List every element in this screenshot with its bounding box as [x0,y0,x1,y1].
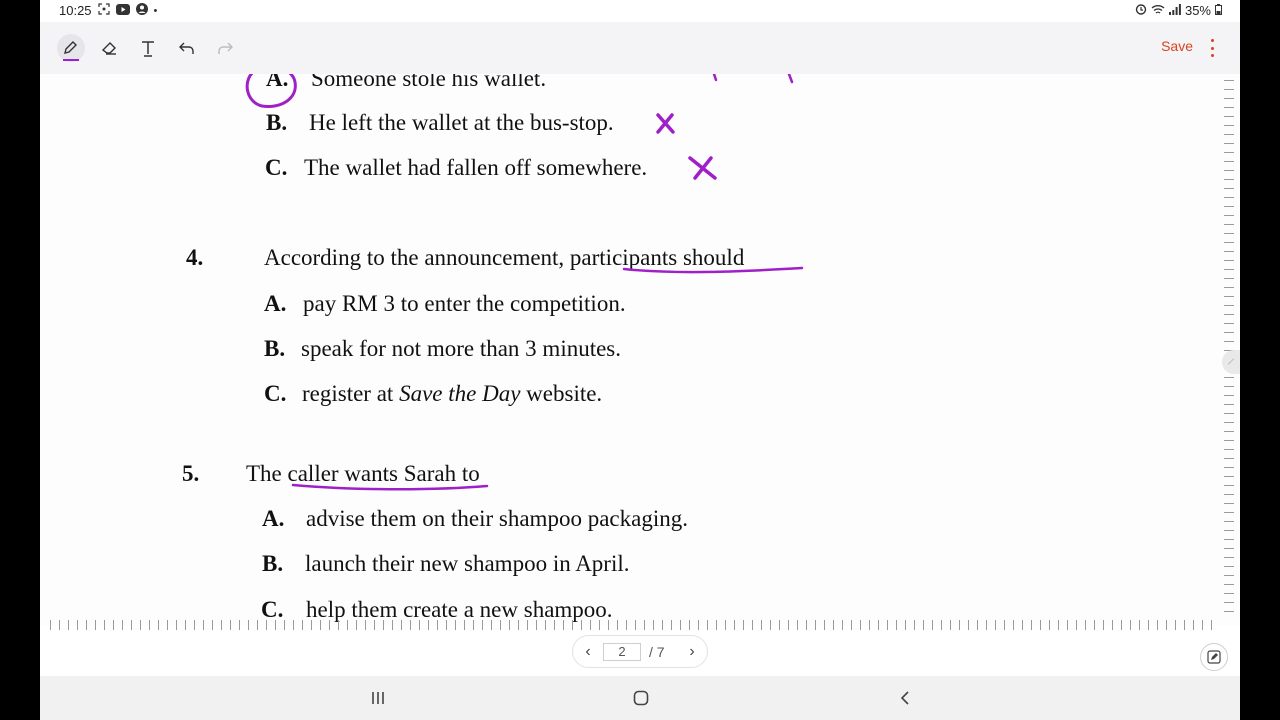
save-button[interactable]: Save [1161,38,1193,54]
screenshot-icon [97,3,110,18]
note-toolbar: Save [40,22,1240,74]
undo-button[interactable] [173,34,201,62]
battery-icon [1215,3,1222,18]
clock: 10:25 [59,3,92,18]
q3-option-a-text: Someone stole his wallet. [311,74,547,91]
pen-tool-button[interactable] [57,34,85,62]
q3-option-b-letter: B. [266,110,288,135]
status-bar: 10:25 • 35% [40,0,1240,22]
q4-option-c-letter: C. [264,381,287,406]
page-number-input[interactable] [603,642,641,661]
q4-option-c-text: register at Save the Day website. [302,381,602,407]
horizontal-scroll-ruler[interactable] [50,620,1215,630]
edit-document-button[interactable] [1200,643,1228,671]
q4-option-b-letter: B. [264,336,286,361]
recents-icon[interactable] [368,688,388,708]
q5-stem: The caller wants Sarah to [246,461,480,486]
q5-number: 5. [182,461,200,486]
pen-icon [64,41,77,54]
battery-level: 35% [1184,3,1211,18]
q3-option-c-text: The wallet had fallen off somewhere. [304,155,648,180]
q4-option-c-text-after: website. [520,381,603,406]
dot-icon: • [153,4,158,17]
youtube-icon [115,3,130,18]
eraser-icon [101,42,116,55]
text-tool-button[interactable] [134,34,162,62]
q4-option-a-text: pay RM 3 to enter the competition. [303,291,626,316]
navigation-bar [40,676,1240,720]
more-options-icon[interactable] [1204,36,1220,60]
pen-color-indicator [63,59,79,61]
previous-page-icon[interactable]: ‹ [573,643,603,661]
tablet-screen: 10:25 • 35% Save A. Someone stole his wa… [40,0,1240,720]
wifi-icon [1151,4,1165,18]
cross-q3-c [688,156,717,180]
q4-option-b-text: speak for not more than 3 minutes. [301,336,622,361]
next-page-icon[interactable]: › [677,643,707,661]
q5-option-b-letter: B. [262,551,284,576]
q5-option-a-text: advise them on their shampoo packaging. [306,506,688,531]
signal-icon [1168,3,1181,18]
vertical-scroll-ruler[interactable] [1224,80,1234,615]
page-navigator: ‹ / 7 › [572,635,708,668]
document-page[interactable]: A. Someone stole his wallet. B. He left … [40,74,1240,626]
text-icon [142,41,154,57]
undo-icon [179,42,194,54]
page-total: / 7 [649,643,665,660]
q4-stem: According to the announcement, participa… [264,245,745,270]
q3-option-b-text: He left the wallet at the bus-stop. [309,110,614,135]
q4-option-c-text-before: register at [302,381,400,406]
redo-button[interactable] [211,34,239,62]
account-icon [135,3,148,18]
q4-option-c-text-italic: Save the Day [399,381,521,406]
q4-option-a-letter: A. [264,291,287,316]
q4-number: 4. [186,245,204,270]
q5-option-b-text: launch their new shampoo in April. [305,551,630,576]
q3-option-c-letter: C. [265,155,288,180]
scroll-handle[interactable] [1222,350,1240,374]
redo-icon [218,42,233,54]
q3-option-a-letter: A. [266,74,289,91]
alarm-icon [1135,3,1147,18]
back-icon[interactable] [896,688,916,708]
eraser-tool-button[interactable] [96,34,124,62]
cross-q3-b [656,113,675,134]
ink-fragment-top [712,74,794,84]
edit-icon [1207,650,1221,664]
home-icon[interactable] [631,688,651,708]
q5-option-a-letter: A. [262,506,285,531]
